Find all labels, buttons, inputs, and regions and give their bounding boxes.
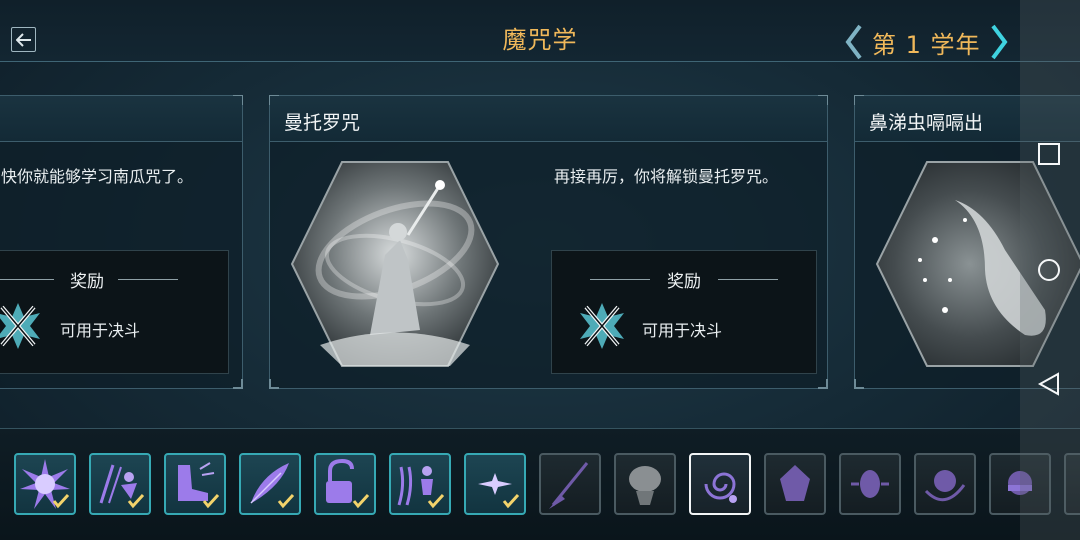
- triangle-back-icon[interactable]: [1036, 371, 1062, 397]
- square-recents-icon[interactable]: [1036, 141, 1062, 167]
- card-description: 再接再厉，你将解锁曼托罗咒。: [554, 167, 779, 186]
- reward-panel: 奖励 可用于决斗: [551, 250, 817, 374]
- boot-spell-icon: [178, 462, 220, 509]
- reward-text: 可用于决斗: [60, 321, 141, 340]
- page-title: 魔咒学: [502, 26, 578, 54]
- spell-slot-12[interactable]: [839, 453, 901, 515]
- blast-figure-spell-icon: [99, 464, 145, 509]
- spell-slot-1[interactable]: [14, 453, 76, 515]
- spell-card-left[interactable]: 快你就能够学习南瓜咒了。 奖励 可用于决斗: [0, 95, 243, 389]
- reward-panel: 奖励 可用于决斗: [0, 250, 229, 374]
- face-swirl-spell-icon: [924, 470, 966, 502]
- spell-slot-2[interactable]: [89, 453, 151, 515]
- reward-heading: 奖励: [70, 272, 104, 292]
- spell-slot-3[interactable]: [164, 453, 226, 515]
- year-selector: 第 1 学年: [842, 22, 1011, 62]
- spell-card-center[interactable]: 曼托罗咒 再接再厉，你将解锁曼托罗咒。 奖励 可用于决斗: [269, 95, 828, 389]
- spell-slot-8[interactable]: [539, 453, 601, 515]
- back-button[interactable]: [11, 27, 36, 52]
- spell-selection-bar: [0, 428, 1080, 540]
- burst-spell-icon: [20, 459, 70, 509]
- crossed-wands-icon: [580, 303, 624, 349]
- broom-spell-icon: [549, 462, 589, 509]
- card-title: 曼托罗咒: [284, 112, 361, 134]
- spell-slot-5[interactable]: [314, 453, 376, 515]
- year-label: 第 1 学年: [872, 30, 981, 59]
- levitate-figure-spell-icon: [397, 466, 445, 509]
- card-header: [0, 96, 242, 142]
- gem-spell-icon: [780, 465, 810, 501]
- spell-slot-10[interactable]: [689, 453, 751, 515]
- spell-slot-13[interactable]: [914, 453, 976, 515]
- wizard-casting-spell-art: [290, 161, 500, 367]
- pumpkin-head-spell-icon: [629, 466, 661, 505]
- chevron-right-icon[interactable]: [987, 22, 1011, 62]
- crossed-wands-icon: [0, 303, 40, 349]
- spell-slot-11[interactable]: [764, 453, 826, 515]
- card-header: 曼托罗咒: [270, 96, 827, 142]
- circle-home-icon[interactable]: [1036, 257, 1062, 283]
- reward-text: 可用于决斗: [642, 321, 723, 340]
- spell-slot-4[interactable]: [239, 453, 301, 515]
- spell-slot-9[interactable]: [614, 453, 676, 515]
- unlock-spell-icon: [326, 458, 370, 509]
- system-navigation-bar: [1020, 0, 1080, 540]
- swirl-spell-icon: [704, 472, 737, 503]
- disc-spell-icon: [851, 470, 889, 498]
- spell-slot-7[interactable]: [464, 453, 526, 515]
- spell-slot-6[interactable]: [389, 453, 451, 515]
- sparkle-spell-icon: [478, 473, 520, 509]
- top-bar: 魔咒学 第 1 学年: [0, 0, 1080, 62]
- card-title: 鼻涕虫嗝嗝出: [869, 112, 984, 134]
- feather-spell-icon: [250, 463, 295, 509]
- chevron-left-icon[interactable]: [842, 22, 866, 62]
- card-description: 快你就能够学习南瓜咒了。: [1, 167, 194, 186]
- back-arrow-icon: [15, 32, 31, 47]
